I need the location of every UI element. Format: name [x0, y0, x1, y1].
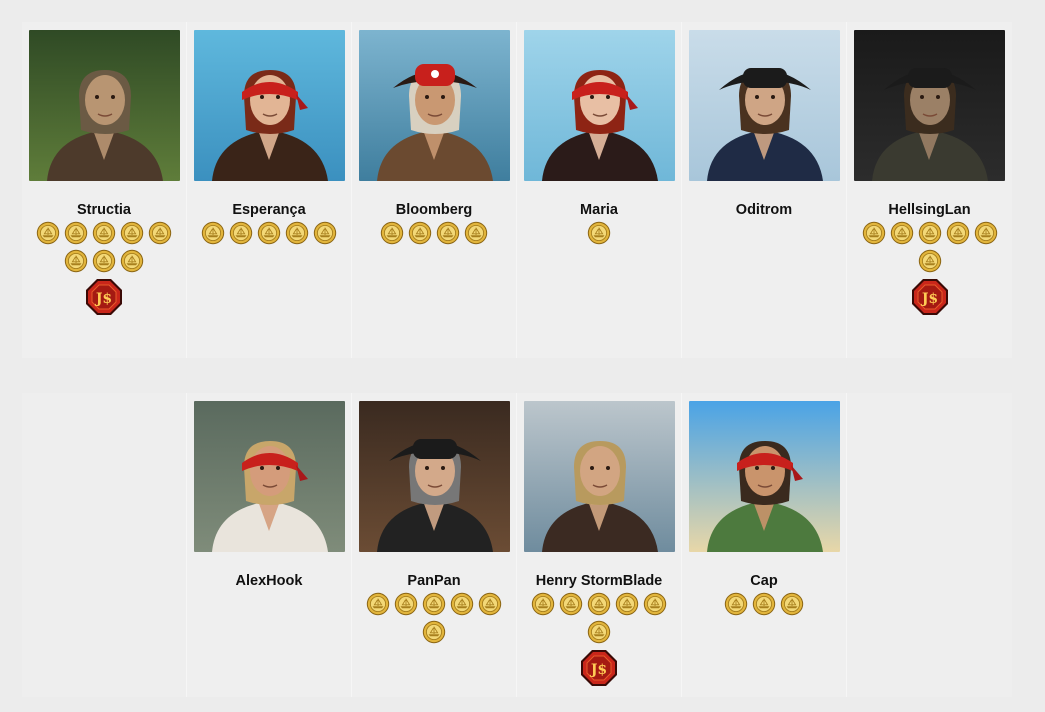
leaderboard-row-2: AlexHook PanPan Henry StormBlade J$ Cap	[22, 393, 1014, 697]
player-card[interactable]: Structia J$	[22, 22, 187, 358]
gold-coin-icon	[64, 221, 88, 245]
empty-slot	[847, 393, 1012, 697]
red-badge-icon: J$	[85, 278, 123, 316]
coin-list	[857, 221, 1002, 273]
gold-coin-icon	[422, 592, 446, 616]
gold-coin-icon	[724, 592, 748, 616]
gold-coin-icon	[559, 592, 583, 616]
player-name: Bloomberg	[395, 202, 473, 218]
player-avatar[interactable]	[193, 30, 345, 181]
gold-coin-icon	[946, 221, 970, 245]
gold-coin-icon	[285, 221, 309, 245]
player-avatar[interactable]	[688, 30, 840, 181]
gold-coin-icon	[120, 221, 144, 245]
gold-coin-icon	[257, 221, 281, 245]
gold-coin-icon	[918, 221, 942, 245]
player-name: Esperança	[232, 202, 306, 218]
player-card[interactable]: PanPan	[352, 393, 517, 697]
coin-list	[527, 221, 672, 245]
player-name: Maria	[580, 202, 618, 218]
gold-coin-icon	[890, 221, 914, 245]
gold-coin-icon	[201, 221, 225, 245]
gold-coin-icon	[587, 221, 611, 245]
gold-coin-icon	[974, 221, 998, 245]
gold-coin-icon	[587, 592, 611, 616]
player-avatar[interactable]	[688, 401, 840, 552]
gold-coin-icon	[918, 249, 942, 273]
player-avatar[interactable]	[854, 30, 1005, 181]
gold-coin-icon	[120, 249, 144, 273]
player-avatar[interactable]	[193, 401, 345, 552]
gold-coin-icon	[36, 221, 60, 245]
red-badge-icon: J$	[911, 278, 949, 316]
gold-coin-icon	[450, 592, 474, 616]
coin-list	[362, 592, 507, 644]
red-badge-icon: J$	[580, 649, 618, 687]
gold-coin-icon	[64, 249, 88, 273]
gold-coin-icon	[464, 221, 488, 245]
empty-slot	[22, 393, 187, 697]
gold-coin-icon	[615, 592, 639, 616]
player-avatar[interactable]	[358, 401, 510, 552]
player-name: HellsingLan	[888, 202, 971, 218]
gold-coin-icon	[436, 221, 460, 245]
gold-coin-icon	[531, 592, 555, 616]
player-card[interactable]: Henry StormBlade J$	[517, 393, 682, 697]
gold-coin-icon	[366, 592, 390, 616]
player-name: Cap	[750, 573, 778, 589]
gold-coin-icon	[92, 221, 116, 245]
coin-list	[527, 592, 672, 644]
gold-coin-icon	[380, 221, 404, 245]
coin-list	[32, 221, 177, 273]
player-card[interactable]: Cap	[682, 393, 847, 697]
player-card[interactable]: Bloomberg	[352, 22, 517, 358]
coin-list	[362, 221, 507, 245]
gold-coin-icon	[478, 592, 502, 616]
gold-coin-icon	[862, 221, 886, 245]
player-avatar[interactable]	[523, 401, 675, 552]
gold-coin-icon	[313, 221, 337, 245]
player-name: Oditrom	[735, 202, 793, 218]
player-card[interactable]: AlexHook	[187, 393, 352, 697]
svg-text:J$: J$	[919, 291, 937, 307]
gold-coin-icon	[422, 620, 446, 644]
gold-coin-icon	[752, 592, 776, 616]
player-card[interactable]: Oditrom	[682, 22, 847, 358]
player-card[interactable]: Maria	[517, 22, 682, 358]
leaderboard-row-1: Structia J$ Esperança Bloomberg Maria Oditrom…	[22, 22, 1014, 358]
svg-text:J$: J$	[94, 291, 112, 307]
player-avatar[interactable]	[358, 30, 510, 181]
gold-coin-icon	[92, 249, 116, 273]
gold-coin-icon	[587, 620, 611, 644]
coin-list	[692, 592, 837, 616]
player-name: PanPan	[407, 573, 461, 589]
player-card[interactable]: HellsingLan J$	[847, 22, 1012, 358]
svg-text:J$: J$	[589, 662, 607, 678]
player-card[interactable]: Esperança	[187, 22, 352, 358]
player-name: AlexHook	[235, 573, 303, 589]
gold-coin-icon	[229, 221, 253, 245]
player-name: Henry StormBlade	[535, 573, 663, 589]
gold-coin-icon	[780, 592, 804, 616]
player-avatar[interactable]	[523, 30, 675, 181]
coin-list	[197, 221, 342, 245]
gold-coin-icon	[148, 221, 172, 245]
gold-coin-icon	[394, 592, 418, 616]
player-name: Structia	[77, 202, 131, 218]
gold-coin-icon	[408, 221, 432, 245]
player-avatar[interactable]	[28, 30, 180, 181]
gold-coin-icon	[643, 592, 667, 616]
